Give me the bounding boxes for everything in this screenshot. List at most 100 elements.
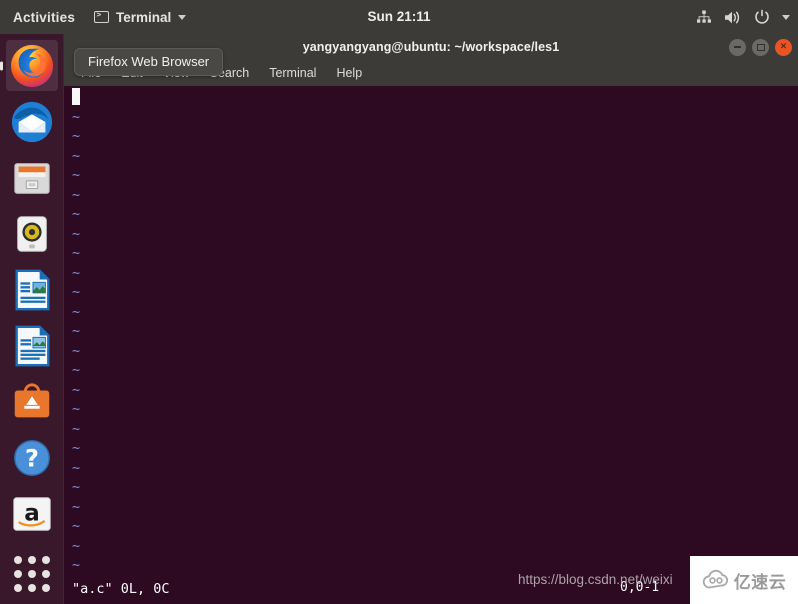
- vim-tilde-marker: ~: [72, 420, 81, 437]
- vim-tilde-marker: ~: [72, 342, 81, 359]
- app-menu-label: Terminal: [116, 9, 172, 25]
- chevron-down-icon: [178, 14, 187, 20]
- vim-empty-line: ~: [72, 537, 798, 557]
- firefox-tooltip: Firefox Web Browser: [74, 48, 224, 76]
- vim-tilde-marker: ~: [72, 381, 81, 398]
- launcher-dock: ? a: [0, 34, 64, 604]
- system-tray: [696, 0, 790, 34]
- vim-empty-line: ~: [72, 381, 798, 401]
- vim-tilde-marker: ~: [72, 479, 81, 495]
- desktop-screen: Activities Terminal Sun 21:11: [0, 0, 798, 604]
- vim-tilde-marker: ~: [72, 147, 81, 164]
- network-icon[interactable]: [696, 10, 712, 24]
- rhythmbox-icon: [16, 215, 47, 252]
- watermark-badge-text: 亿速云: [733, 572, 787, 593]
- vim-cursor: [72, 88, 80, 105]
- app-menu-button[interactable]: Terminal: [86, 0, 194, 34]
- dock-item-libreoffice-writer[interactable]: [6, 320, 58, 371]
- vim-empty-line: ~: [72, 498, 798, 518]
- dock-item-amazon[interactable]: a: [6, 488, 58, 539]
- window-controls: ✕: [729, 34, 792, 60]
- svg-text:a: a: [24, 500, 40, 526]
- vim-tilde-marker: ~: [72, 518, 81, 534]
- vim-tilde-marker: ~: [72, 557, 81, 573]
- menu-item-help[interactable]: Help: [327, 64, 371, 82]
- vim-empty-line: ~: [72, 166, 798, 186]
- terminal-menubar: File Edit View Search Terminal Help Fire…: [64, 48, 798, 86]
- ubuntu-software-icon: [14, 382, 49, 417]
- watermark-url: https://blog.csdn.net/weixi: [518, 572, 673, 587]
- vim-empty-line: ~: [72, 283, 798, 303]
- grid-dots-icon: [13, 555, 50, 592]
- watermark-badge: 亿速云: [690, 556, 798, 604]
- svg-text:?: ?: [25, 444, 39, 472]
- vim-tilde-marker: ~: [72, 264, 81, 281]
- vim-tilde-marker: ~: [72, 323, 81, 339]
- minimize-button[interactable]: [729, 38, 746, 56]
- dock-item-libreoffice-impress[interactable]: [6, 264, 58, 315]
- libreoffice-writer-icon: [14, 325, 49, 366]
- dock-item-firefox[interactable]: [5, 40, 58, 91]
- vim-empty-line: ~: [72, 147, 798, 167]
- vim-tilde-marker: ~: [72, 459, 81, 476]
- vim-tilde-marker: ~: [72, 108, 81, 125]
- vim-empty-line: ~: [72, 244, 798, 264]
- power-icon[interactable]: [754, 9, 770, 25]
- vim-tilde-marker: ~: [72, 186, 81, 203]
- vim-empty-line: ~: [72, 517, 798, 537]
- close-button[interactable]: ✕: [775, 38, 792, 56]
- vim-tilde-marker: ~: [72, 362, 81, 378]
- window-title: yangyangyang@ubuntu: ~/workspace/les1: [302, 40, 560, 54]
- dock-item-thunderbird[interactable]: [6, 96, 58, 147]
- terminal-body[interactable]: ~ ~ ~ ~ ~ ~ ~ ~ ~ ~ ~ ~ ~ ~ ~ ~ ~ ~ ~ ~ ~ ~ ~ ~ "a.c" 0L, 0C 0,…: [64, 86, 798, 604]
- thunderbird-icon: [11, 101, 52, 142]
- vim-tilde-marker: ~: [72, 167, 81, 183]
- cloud-icon: [702, 569, 728, 589]
- maximize-button[interactable]: [752, 38, 769, 56]
- vim-empty-line: ~: [72, 225, 798, 245]
- vim-empty-line: ~: [72, 205, 798, 225]
- vim-tilde-marker: ~: [72, 245, 81, 261]
- dock-item-rhythmbox[interactable]: [6, 208, 58, 259]
- vim-empty-line: ~: [72, 322, 798, 342]
- vim-tilde-marker: ~: [72, 128, 81, 144]
- terminal-icon: [94, 10, 110, 23]
- files-icon: [13, 162, 50, 194]
- activities-button[interactable]: Activities: [0, 0, 86, 34]
- gnome-top-bar: Activities Terminal Sun 21:11: [0, 0, 798, 34]
- vim-empty-line: ~: [72, 186, 798, 206]
- system-menu-chevron-icon[interactable]: [782, 14, 790, 20]
- vim-tilde-marker: ~: [72, 537, 81, 554]
- vim-empty-line: ~: [72, 264, 798, 284]
- menu-item-terminal[interactable]: Terminal: [260, 64, 325, 82]
- vim-tilde-marker: ~: [72, 284, 81, 300]
- vim-empty-line: ~: [72, 400, 798, 420]
- vim-empty-line: [72, 88, 798, 108]
- terminal-window: yangyangyang@ubuntu: ~/workspace/les1 ✕ …: [64, 34, 798, 604]
- libreoffice-impress-icon: [14, 269, 49, 310]
- vim-empty-line: ~: [72, 303, 798, 323]
- amazon-icon: a: [12, 496, 51, 531]
- vim-tilde-marker: ~: [72, 206, 81, 222]
- vim-tilde-marker: ~: [72, 401, 81, 417]
- vim-tilde-marker: ~: [72, 303, 81, 320]
- dock-item-ubuntu-software[interactable]: [6, 376, 58, 427]
- show-applications-button[interactable]: [6, 548, 58, 599]
- activities-label: Activities: [13, 9, 76, 25]
- vim-empty-line: ~: [72, 361, 798, 381]
- vim-empty-line: ~: [72, 478, 798, 498]
- vim-empty-line: ~: [72, 127, 798, 147]
- vim-buffer: ~ ~ ~ ~ ~ ~ ~ ~ ~ ~ ~ ~ ~ ~ ~ ~ ~ ~ ~ ~ ~ ~ ~ ~: [72, 88, 798, 576]
- vim-empty-line: ~: [72, 420, 798, 440]
- dock-item-help[interactable]: ?: [6, 432, 58, 483]
- vim-status-line: "a.c" 0L, 0C: [72, 580, 170, 597]
- vim-tilde-marker: ~: [72, 498, 81, 515]
- volume-icon[interactable]: [724, 10, 742, 25]
- help-icon: ?: [13, 439, 50, 476]
- vim-empty-line: ~: [72, 439, 798, 459]
- vim-empty-line: ~: [72, 108, 798, 128]
- dock-item-files[interactable]: [6, 152, 58, 203]
- vim-empty-line: ~: [72, 342, 798, 362]
- vim-tilde-marker: ~: [72, 440, 81, 456]
- firefox-icon: [10, 44, 53, 87]
